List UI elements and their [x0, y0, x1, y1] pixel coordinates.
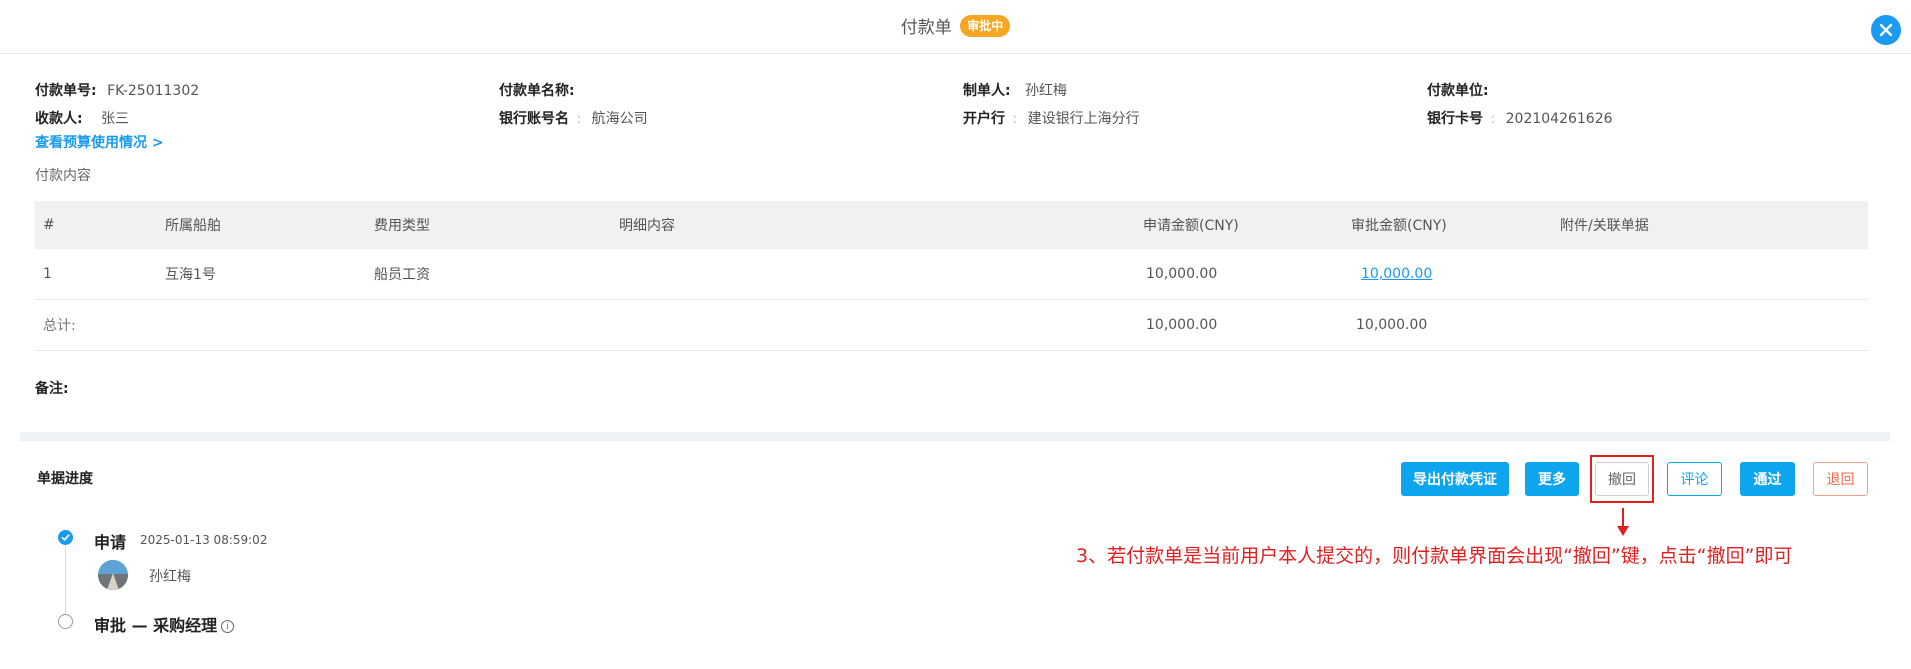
page-title: 付款单 — [900, 18, 952, 38]
annotation-text: 3、若付款单是当前用户本人提交的，则付款单界面会出现“撤回”键，点击“撤回”即可 — [1076, 545, 1793, 567]
annotation-arrow-head-icon — [1617, 526, 1629, 536]
export-voucher-button[interactable]: 导出付款凭证 — [1401, 462, 1509, 496]
colon-separator: : — [576, 111, 582, 127]
avatar-image — [98, 560, 128, 590]
table-header-row: # 所属船舶 费用类型 明细内容 申请金额(CNY) 审批金额(CNY) 附件/… — [35, 201, 1868, 249]
step-apply-time: 2025-01-13 08:59:02 — [140, 533, 268, 547]
total-label: 总计: — [43, 318, 76, 334]
progress-title: 单据进度 — [37, 471, 93, 487]
close-icon — [1879, 23, 1893, 37]
card-no-value: 202104261626 — [1505, 111, 1613, 127]
reject-button[interactable]: 退回 — [1813, 462, 1868, 496]
check-circle-icon — [58, 530, 73, 545]
approve-button[interactable]: 通过 — [1740, 462, 1795, 496]
colon-separator: : — [1490, 111, 1496, 127]
payee-label: 收款人: — [35, 111, 83, 127]
section-divider — [20, 432, 1890, 441]
bank-label: 开户行 — [963, 111, 1005, 127]
bank-field: 开户行 : 建设银行上海分行 — [963, 108, 1140, 128]
step-approve-title: 审批 — 采购经理 — [94, 616, 218, 635]
row-index: 1 — [43, 266, 52, 282]
total-apply-amount: 10,000.00 — [1146, 317, 1218, 333]
row-approve-amount[interactable]: 10,000.00 — [1361, 249, 1432, 299]
account-name-value: 航海公司 — [591, 111, 648, 127]
maker-label: 制单人: — [963, 83, 1011, 99]
table-header-cell: 费用类型 — [374, 218, 430, 234]
payee-field: 收款人: 张三 — [35, 108, 129, 128]
info-icon[interactable]: i — [221, 620, 235, 633]
table-header-cell: 审批金额(CNY) — [1351, 218, 1447, 234]
maker-value: 孙红梅 — [1025, 83, 1068, 99]
more-button[interactable]: 更多 — [1525, 462, 1579, 496]
step-apply-user: 孙红梅 — [149, 569, 191, 585]
status-badge: 审批中 — [960, 14, 1011, 37]
payment-no-field: 付款单号: FK-25011302 — [35, 80, 199, 100]
payment-no-label: 付款单号: — [35, 83, 97, 99]
pending-circle-icon — [58, 614, 73, 629]
bank-value: 建设银行上海分行 — [1027, 111, 1140, 127]
table-header-cell: # — [43, 217, 55, 233]
close-button[interactable] — [1871, 15, 1901, 45]
payment-no-value: FK-25011302 — [107, 83, 200, 99]
step-apply-title: 申请 — [94, 533, 127, 552]
title-wrap: 付款单 审批中 — [0, 13, 1911, 38]
payment-content-table: # 所属船舶 费用类型 明细内容 申请金额(CNY) 审批金额(CNY) 附件/… — [35, 201, 1868, 351]
timeline-connector — [65, 546, 66, 621]
maker-field: 制单人: 孙红梅 — [963, 80, 1067, 100]
check-icon — [61, 534, 70, 541]
table-header-cell: 附件/关联单据 — [1560, 218, 1649, 234]
row-ship: 互海1号 — [165, 267, 216, 283]
account-name-field: 银行账号名 : 航海公司 — [499, 108, 648, 128]
remark-label: 备注: — [35, 381, 69, 397]
colon-separator: : — [1012, 111, 1018, 127]
account-name-label: 银行账号名 — [499, 111, 569, 127]
card-no-label: 银行卡号 — [1427, 111, 1483, 127]
payment-name-label: 付款单名称: — [499, 83, 575, 99]
top-bar: 付款单 审批中 — [0, 0, 1911, 54]
table-header-cell: 申请金额(CNY) — [1143, 218, 1239, 234]
comment-button[interactable]: 评论 — [1667, 462, 1722, 496]
step-approve-title-wrap: 审批 — 采购经理 i — [94, 612, 235, 636]
avatar — [98, 560, 128, 590]
row-apply-amount: 10,000.00 — [1146, 266, 1218, 282]
table-header-cell: 明细内容 — [619, 218, 675, 234]
content-section-label: 付款内容 — [35, 168, 91, 184]
withdraw-highlight-box — [1590, 455, 1654, 503]
payer-unit-label: 付款单位: — [1427, 83, 1489, 99]
card-no-field: 银行卡号 : 202104261626 — [1427, 108, 1613, 128]
approve-amount-link[interactable]: 10,000.00 — [1361, 266, 1432, 282]
table-header-cell: 所属船舶 — [165, 218, 221, 234]
payee-value: 张三 — [101, 111, 130, 127]
table-row: 1 互海1号 船员工资 10,000.00 10,000.00 — [35, 249, 1868, 300]
row-fee-type: 船员工资 — [374, 267, 430, 283]
table-total-row: 总计: 10,000.00 10,000.00 — [35, 300, 1868, 351]
total-approve-amount: 10,000.00 — [1356, 317, 1428, 333]
budget-usage-link[interactable]: 查看预算使用情况 > — [35, 132, 164, 152]
payment-name-field: 付款单名称: — [499, 80, 585, 100]
payer-unit-field: 付款单位: — [1427, 80, 1499, 100]
